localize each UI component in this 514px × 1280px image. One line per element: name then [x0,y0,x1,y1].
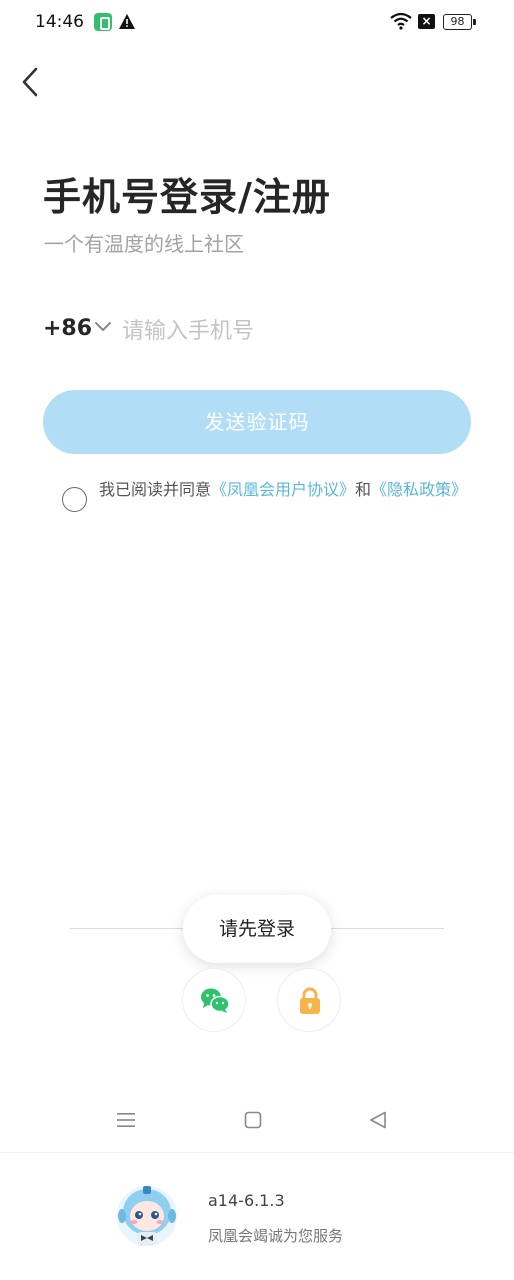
mascot-avatar [117,1186,177,1246]
page-title: 手机号登录/注册 [43,175,331,219]
divider-left [70,928,188,929]
status-time: 14:46 [35,12,84,32]
battery-icon: 98 [443,14,476,30]
warning-icon [119,14,135,29]
status-bar: 14:46 × 98 [0,0,514,46]
footer-slogan: 凤凰会竭诚为您服务 [208,1227,344,1245]
sim-disabled-icon: × [418,14,435,29]
phone-input[interactable] [122,310,462,352]
privacy-policy-link[interactable]: 《隐私政策》 [371,480,467,499]
app-notification-icon [94,13,112,31]
page-subtitle: 一个有温度的线上社区 [44,232,244,256]
toast-message: 请先登录 [183,895,331,963]
app-version: a14-6.1.3 [208,1191,285,1210]
divider-right [326,928,444,929]
agreement-prefix: 我已阅读并同意 [99,480,212,499]
country-code-selector[interactable]: +86 [43,316,92,341]
menu-icon[interactable] [116,1111,136,1129]
chevron-left-icon [22,67,38,97]
chevron-down-icon[interactable] [94,320,112,334]
user-agreement-link[interactable]: 《凤凰会用户协议》 [211,480,355,499]
agreement-checkbox[interactable] [62,487,87,512]
agreement-conjunction: 和 [355,480,372,499]
back-button[interactable] [14,62,50,102]
wifi-icon [390,12,412,30]
lock-icon [300,987,320,1014]
back-icon[interactable] [368,1110,388,1130]
footer [0,1152,514,1280]
home-icon[interactable] [244,1111,262,1129]
password-login-button[interactable] [277,968,341,1032]
wechat-icon [201,988,230,1013]
agreement-text: 我已阅读并同意《凤凰会用户协议》和《隐私政策》 [99,478,469,502]
wechat-login-button[interactable] [182,968,246,1032]
send-code-button[interactable]: 发送验证码 [43,390,471,454]
